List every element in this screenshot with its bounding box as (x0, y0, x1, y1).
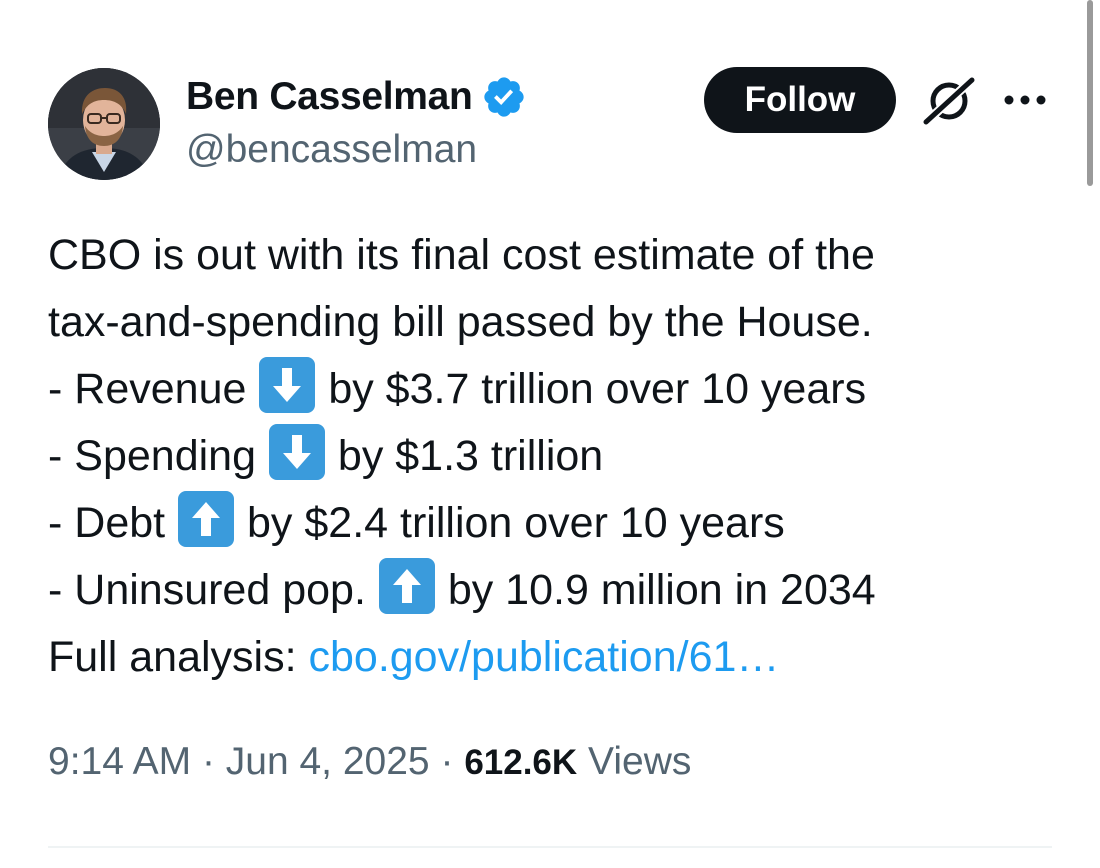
tweet-text: CBO is out with its final cost estimate … (48, 222, 1068, 691)
up-arrow-icon (378, 558, 435, 614)
tweet-line: CBO is out with its final cost estimate … (48, 231, 875, 279)
up-arrow-icon (178, 491, 235, 547)
bullet-uninsured: - Uninsured pop. by 10.9 million in 2034 (48, 557, 1068, 624)
down-arrow-icon (259, 357, 316, 413)
grok-icon[interactable] (920, 74, 978, 128)
divider (48, 846, 1052, 848)
author-name-row: Ben Casselman (186, 72, 527, 122)
analysis-label: Full analysis: (48, 633, 297, 681)
profile-photo (48, 68, 160, 180)
meta-separator: · (440, 740, 454, 783)
tweet-time[interactable]: 9:14 AM (48, 740, 191, 783)
display-name[interactable]: Ben Casselman (186, 75, 473, 119)
bullet-spending: - Spending by $1.3 trillion (48, 423, 1068, 490)
tweet-line: tax-and-spending bill passed by the Hous… (48, 298, 873, 346)
tweet-date[interactable]: Jun 4, 2025 (226, 740, 430, 783)
tweet-meta: 9:14 AM · Jun 4, 2025 · 612.6K Views (48, 740, 691, 784)
tweet-card: Ben Casselman @bencasselman Follow CBO i… (0, 0, 1100, 868)
bullet-label: - Uninsured pop. (48, 566, 366, 614)
bullet-value: by 10.9 million in 2034 (447, 566, 876, 614)
bullet-value: by $2.4 trillion over 10 years (247, 499, 785, 547)
more-horizontal-icon[interactable] (1000, 88, 1050, 112)
bullet-value: by $3.7 trillion over 10 years (328, 365, 867, 413)
scrollbar[interactable] (1087, 0, 1093, 186)
bullet-label: - Spending (48, 432, 256, 480)
analysis-line: Full analysis: cbo.gov/publication/61… (48, 624, 1068, 691)
views-label: Views (588, 740, 692, 783)
analysis-link[interactable]: cbo.gov/publication/61… (308, 633, 779, 681)
bullet-value: by $1.3 trillion (337, 432, 604, 480)
verified-badge-icon[interactable] (481, 74, 527, 120)
views-count: 612.6K (464, 743, 578, 782)
avatar[interactable] (48, 68, 160, 180)
bullet-label: - Revenue (48, 365, 247, 413)
down-arrow-icon (268, 424, 325, 480)
bullet-label: - Debt (48, 499, 166, 547)
handle[interactable]: @bencasselman (186, 128, 477, 172)
meta-separator: · (201, 740, 215, 783)
bullet-debt: - Debt by $2.4 trillion over 10 years (48, 490, 1068, 557)
bullet-revenue: - Revenue by $3.7 trillion over 10 years (48, 356, 1068, 423)
follow-button[interactable]: Follow (704, 67, 896, 133)
